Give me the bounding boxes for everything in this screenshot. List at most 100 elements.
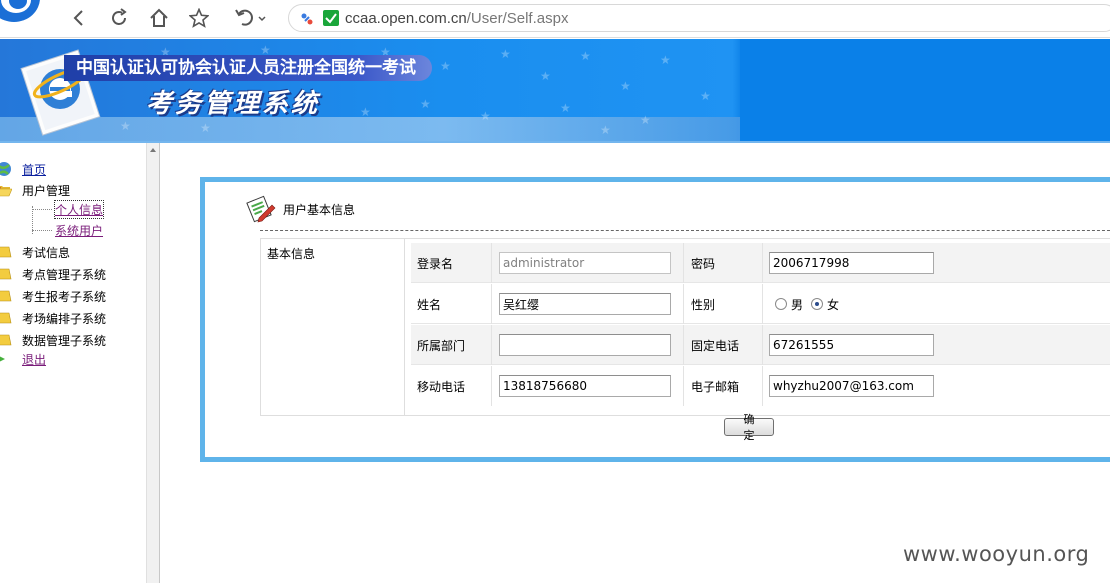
- refresh-button[interactable]: [106, 6, 132, 30]
- radio-checked-icon[interactable]: [811, 298, 824, 310]
- user-info-panel: 用户基本信息 基本信息 登录名 密码 姓名 性别: [200, 177, 1110, 462]
- gender-label: 性别: [691, 297, 716, 312]
- sidebar-item-label[interactable]: 系统用户: [55, 222, 103, 239]
- login-label: 登录名: [417, 256, 454, 271]
- password-label: 密码: [691, 256, 716, 271]
- sidebar-item-venue-subsystem[interactable]: 考点管理子系统: [0, 264, 106, 284]
- department-input[interactable]: [499, 334, 671, 356]
- url-path: /User/Self.aspx: [466, 10, 569, 27]
- tree-branch: [32, 230, 52, 231]
- cell-divider: [683, 243, 684, 283]
- form-row: 姓名 性别 男 女: [411, 284, 1110, 324]
- star-icon: [189, 8, 209, 28]
- landline-input[interactable]: [769, 334, 934, 356]
- folder-icon: [0, 334, 12, 346]
- sidebar-item-exam-info[interactable]: 考试信息: [0, 242, 70, 262]
- bookmark-button[interactable]: [186, 6, 212, 30]
- watermark-text: www.wooyun.org: [903, 542, 1090, 566]
- sidebar-item-label[interactable]: 个人信息: [53, 200, 105, 219]
- sidebar-item-label: 考场编排子系统: [22, 311, 107, 326]
- sidebar-item-label: 考点管理子系统: [22, 267, 107, 282]
- sidebar-item-arrangement-subsystem[interactable]: 考场编排子系统: [0, 308, 106, 328]
- form-row: 所属部门 固定电话: [411, 325, 1110, 365]
- mobile-input[interactable]: [499, 375, 671, 397]
- undo-icon: [235, 9, 266, 26]
- gender-radio-group: 男 女: [775, 284, 847, 324]
- banner-divider: [0, 141, 1110, 143]
- email-label: 电子邮箱: [691, 379, 740, 394]
- banner-right-panel: [740, 39, 1110, 141]
- email-input[interactable]: [769, 375, 934, 397]
- cell-divider: [683, 284, 684, 324]
- banner-subtitle: 中国认证认可协会认证人员注册全国统一考试: [64, 55, 432, 81]
- sidebar-item-registration-subsystem[interactable]: 考生报考子系统: [0, 286, 106, 306]
- cell-divider: [491, 325, 492, 365]
- mobile-label: 移动电话: [417, 379, 466, 394]
- panel-header: 用户基本信息: [245, 194, 355, 224]
- cell-divider: [491, 284, 492, 324]
- gender-female-label: 女: [827, 297, 840, 312]
- sidebar-item-data-subsystem[interactable]: 数据管理子系统: [0, 330, 106, 350]
- form-row: 登录名 密码: [411, 243, 1110, 283]
- home-button[interactable]: [146, 6, 172, 30]
- sidebar-item-label[interactable]: 首页: [22, 161, 46, 178]
- back-button[interactable]: [66, 6, 92, 30]
- form-table: 基本信息 登录名 密码 姓名 性别 男: [260, 238, 1110, 416]
- undo-button[interactable]: [232, 6, 270, 30]
- gender-female-radio[interactable]: 女: [811, 296, 839, 313]
- name-input[interactable]: [499, 293, 671, 315]
- sidebar-item-system-users[interactable]: 系统用户: [32, 222, 103, 239]
- folder-icon: [0, 246, 12, 258]
- frame-splitter[interactable]: [159, 143, 160, 583]
- sidebar-item-logout[interactable]: 退出: [0, 349, 46, 369]
- home-icon: [150, 8, 168, 27]
- cell-divider: [491, 366, 492, 406]
- open-folder-icon: [0, 186, 12, 197]
- panel-title: 用户基本信息: [283, 202, 356, 217]
- back-icon: [73, 10, 83, 26]
- sidebar-scrollbar[interactable]: [146, 143, 159, 583]
- cell-divider: [762, 366, 763, 406]
- cell-divider: [683, 366, 684, 406]
- sidebar-item-personal-info[interactable]: 个人信息: [32, 200, 105, 219]
- cell-divider: [683, 325, 684, 365]
- department-label: 所属部门: [417, 338, 466, 353]
- banner-band: [0, 117, 740, 141]
- sidebar-item-home[interactable]: 首页: [0, 159, 46, 179]
- name-label: 姓名: [417, 297, 442, 312]
- gender-male-label: 男: [791, 297, 804, 312]
- form-row: 移动电话 电子邮箱: [411, 366, 1110, 406]
- sidebar-item-label: 考试信息: [22, 245, 71, 260]
- landline-label: 固定电话: [691, 338, 740, 353]
- sidebar-item-label: 考生报考子系统: [22, 289, 107, 304]
- sidebar-item-label: 用户管理: [22, 183, 71, 198]
- banner-title: 考务管理系统: [146, 89, 321, 119]
- sidebar-item-label[interactable]: 退出: [22, 351, 46, 368]
- url-text[interactable]: ccaa.open.com.cn/User/Self.aspx: [345, 10, 568, 27]
- browser-toolbar: ccaa.open.com.cn/User/Self.aspx: [0, 0, 1110, 38]
- security-icon: [301, 13, 313, 25]
- refresh-icon: [112, 8, 127, 25]
- exit-arrow-icon: [0, 356, 5, 362]
- sidebar-item-label: 数据管理子系统: [22, 333, 107, 348]
- globe-icon: [0, 162, 11, 176]
- login-name-input: [499, 252, 671, 274]
- ssl-check-icon: [323, 10, 339, 26]
- dashed-divider: [260, 230, 1110, 231]
- folder-icon: [0, 290, 12, 302]
- radio-unchecked-icon[interactable]: [775, 298, 787, 310]
- section-label: 基本信息: [261, 239, 405, 415]
- folder-icon: [0, 268, 12, 280]
- site-banner: ★★ ★★ ★★ ★★ ★★ ★★ ★★ ★★ ★★ ★★ 中国认证认可协会认证…: [0, 39, 1110, 141]
- browser-logo-icon: [0, 0, 40, 22]
- address-bar[interactable]: ccaa.open.com.cn/User/Self.aspx: [288, 4, 1110, 32]
- cell-divider: [762, 325, 763, 365]
- confirm-button[interactable]: 确定: [724, 414, 774, 442]
- password-input[interactable]: [769, 252, 934, 274]
- url-host: ccaa.open.com.cn: [345, 10, 467, 27]
- gender-male-radio[interactable]: 男: [775, 296, 803, 313]
- scroll-up-arrow-icon[interactable]: [150, 148, 156, 152]
- edit-document-icon: [246, 195, 276, 223]
- sidebar-nav: 首页 用户管理 个人信息 系统用户 考试信息 考点管理子系统 考生报考子系统 考…: [0, 143, 146, 583]
- sidebar-item-user-management[interactable]: 用户管理: [0, 180, 70, 200]
